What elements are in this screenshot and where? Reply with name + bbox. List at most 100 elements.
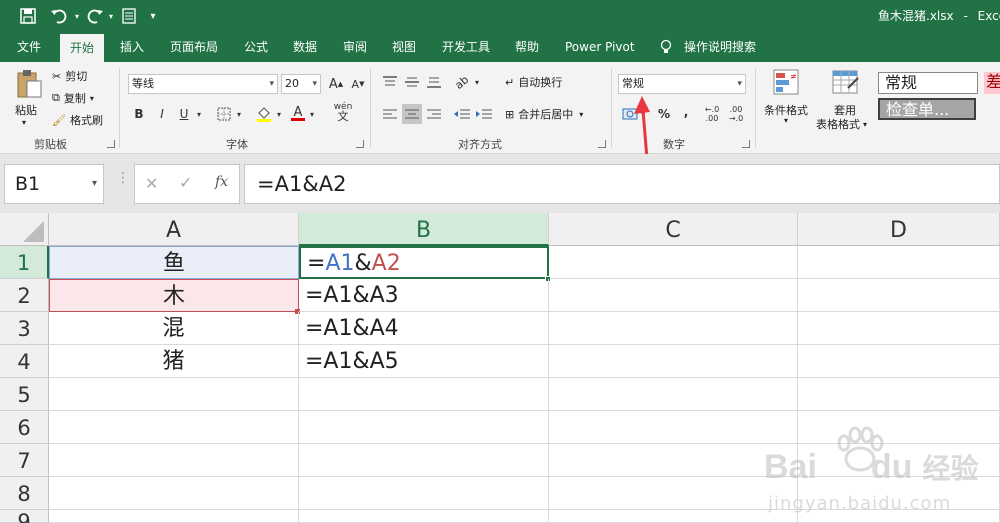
alignment-launcher-icon[interactable] bbox=[598, 140, 606, 148]
redo-dropdown-icon[interactable]: ▾ bbox=[106, 4, 116, 28]
row-header-7[interactable]: 7 bbox=[0, 444, 49, 477]
fill-color-dropdown-icon[interactable]: ▾ bbox=[274, 104, 284, 124]
row-header-3[interactable]: 3 bbox=[0, 312, 49, 345]
cell-d2[interactable] bbox=[798, 279, 1000, 312]
font-launcher-icon[interactable] bbox=[356, 140, 364, 148]
cell-c8[interactable] bbox=[549, 477, 798, 510]
undo-dropdown-icon[interactable]: ▾ bbox=[72, 4, 82, 28]
row-header-6[interactable]: 6 bbox=[0, 411, 49, 444]
cell-b9[interactable] bbox=[299, 510, 549, 523]
cell-a9[interactable] bbox=[49, 510, 299, 523]
comma-style-button[interactable]: , bbox=[676, 102, 696, 122]
align-center-icon[interactable] bbox=[402, 104, 422, 124]
align-left-icon[interactable] bbox=[380, 104, 400, 124]
italic-button[interactable]: I bbox=[152, 104, 172, 124]
print-preview-icon[interactable] bbox=[118, 4, 140, 28]
cell-b4[interactable]: =A1&A5 bbox=[299, 345, 549, 378]
increase-font-icon[interactable]: A ▲ bbox=[326, 74, 346, 94]
align-top-icon[interactable] bbox=[380, 72, 400, 92]
cancel-icon[interactable]: ✕ bbox=[145, 174, 158, 193]
phonetic-guide-icon[interactable]: wén 文 bbox=[330, 102, 356, 122]
formula-bar-splitter-icon[interactable]: ⋮ bbox=[116, 171, 130, 194]
font-color-icon[interactable]: A bbox=[288, 104, 308, 124]
cell-a8[interactable] bbox=[49, 477, 299, 510]
format-as-table-button[interactable]: 表格格式 ▾ bbox=[816, 116, 867, 132]
paste-label[interactable]: 粘贴 bbox=[15, 102, 37, 118]
cell-a2[interactable]: 木 bbox=[49, 279, 299, 312]
align-middle-icon[interactable] bbox=[402, 72, 422, 92]
font-color-dropdown-icon[interactable]: ▾ bbox=[307, 104, 317, 124]
orientation-dropdown-icon[interactable]: ▾ bbox=[472, 72, 482, 92]
cut-button[interactable]: ✂ 剪切 bbox=[52, 68, 87, 84]
font-size-select[interactable]: 20 ▾ bbox=[281, 74, 321, 94]
cell-b1[interactable]: =A1&A2 bbox=[299, 246, 549, 279]
tab-help[interactable]: 帮助 bbox=[515, 32, 539, 62]
tab-insert[interactable]: 插入 bbox=[120, 32, 144, 62]
cell-d4[interactable] bbox=[798, 345, 1000, 378]
insert-function-button[interactable]: fx bbox=[215, 174, 228, 190]
tab-formulas[interactable]: 公式 bbox=[244, 32, 268, 62]
cell-b5[interactable] bbox=[299, 378, 549, 411]
column-header-b[interactable]: B bbox=[299, 213, 549, 246]
style-normal[interactable]: 常规 bbox=[878, 72, 978, 94]
tab-view[interactable]: 视图 bbox=[392, 32, 416, 62]
cell-b3[interactable]: =A1&A4 bbox=[299, 312, 549, 345]
borders-icon[interactable] bbox=[214, 104, 234, 124]
cell-c7[interactable] bbox=[549, 444, 798, 477]
column-header-d[interactable]: D bbox=[798, 213, 1000, 246]
tab-home[interactable]: 开始 bbox=[60, 34, 105, 62]
copy-button[interactable]: ⧉ 复制 ▾ bbox=[52, 90, 94, 106]
number-launcher-icon[interactable] bbox=[742, 140, 750, 148]
tab-power-pivot[interactable]: Power Pivot bbox=[565, 32, 635, 62]
cell-c9[interactable] bbox=[549, 510, 798, 523]
underline-dropdown-icon[interactable]: ▾ bbox=[194, 104, 204, 124]
row-header-1[interactable]: 1 bbox=[0, 246, 49, 279]
cell-b7[interactable] bbox=[299, 444, 549, 477]
column-header-a[interactable]: A bbox=[49, 213, 299, 246]
borders-dropdown-icon[interactable]: ▾ bbox=[234, 104, 244, 124]
style-bad[interactable]: 差 bbox=[984, 72, 1000, 94]
decrease-decimal-icon[interactable]: .00 →.0 bbox=[726, 104, 746, 124]
increase-decimal-icon[interactable]: ←.0.00 bbox=[702, 104, 722, 124]
cell-c3[interactable] bbox=[549, 312, 798, 345]
redo-icon[interactable] bbox=[84, 4, 106, 28]
cell-a3[interactable]: 混 bbox=[49, 312, 299, 345]
row-header-4[interactable]: 4 bbox=[0, 345, 49, 378]
style-check-cell[interactable]: 检查单... bbox=[878, 98, 976, 120]
wrap-text-button[interactable]: ↵ 自动换行 bbox=[505, 74, 562, 90]
enter-icon[interactable]: ✓ bbox=[179, 173, 192, 192]
paste-dropdown-icon[interactable]: ▾ bbox=[22, 118, 26, 127]
tab-page-layout[interactable]: 页面布局 bbox=[170, 32, 218, 62]
orientation-icon[interactable]: ab bbox=[452, 72, 472, 92]
cell-c5[interactable] bbox=[549, 378, 798, 411]
cell-a6[interactable] bbox=[49, 411, 299, 444]
format-painter-button[interactable]: 🖌 格式刷 bbox=[52, 112, 103, 128]
name-box[interactable]: B1 ▾ bbox=[4, 164, 104, 204]
cell-c2[interactable] bbox=[549, 279, 798, 312]
customize-qat-icon[interactable]: ▾ bbox=[146, 4, 160, 28]
undo-icon[interactable] bbox=[46, 4, 72, 28]
format-as-table-icon[interactable] bbox=[828, 66, 862, 100]
number-format-select[interactable]: 常规 ▾ bbox=[618, 74, 746, 94]
cell-d3[interactable] bbox=[798, 312, 1000, 345]
row-header-9[interactable]: 9 bbox=[0, 510, 49, 523]
tab-developer[interactable]: 开发工具 bbox=[442, 32, 490, 62]
formula-input[interactable]: =A1&A2 bbox=[244, 164, 1000, 204]
merge-center-button[interactable]: ⊞ 合并后居中 ▾ bbox=[505, 106, 583, 122]
font-name-select[interactable]: 等线 ▾ bbox=[128, 74, 278, 94]
cell-b6[interactable] bbox=[299, 411, 549, 444]
cell-b8[interactable] bbox=[299, 477, 549, 510]
row-header-2[interactable]: 2 bbox=[0, 279, 49, 312]
decrease-indent-icon[interactable] bbox=[452, 104, 472, 124]
fill-color-icon[interactable] bbox=[254, 104, 274, 124]
cell-b2[interactable]: =A1&A3 bbox=[299, 279, 549, 312]
row-header-8[interactable]: 8 bbox=[0, 477, 49, 510]
cell-c6[interactable] bbox=[549, 411, 798, 444]
column-header-c[interactable]: C bbox=[549, 213, 798, 246]
tab-file[interactable]: 文件 bbox=[17, 32, 41, 62]
cell-a5[interactable] bbox=[49, 378, 299, 411]
align-bottom-icon[interactable] bbox=[424, 72, 444, 92]
tell-me-search[interactable]: 操作说明搜索 bbox=[684, 32, 756, 62]
row-header-5[interactable]: 5 bbox=[0, 378, 49, 411]
cell-d1[interactable] bbox=[798, 246, 1000, 279]
